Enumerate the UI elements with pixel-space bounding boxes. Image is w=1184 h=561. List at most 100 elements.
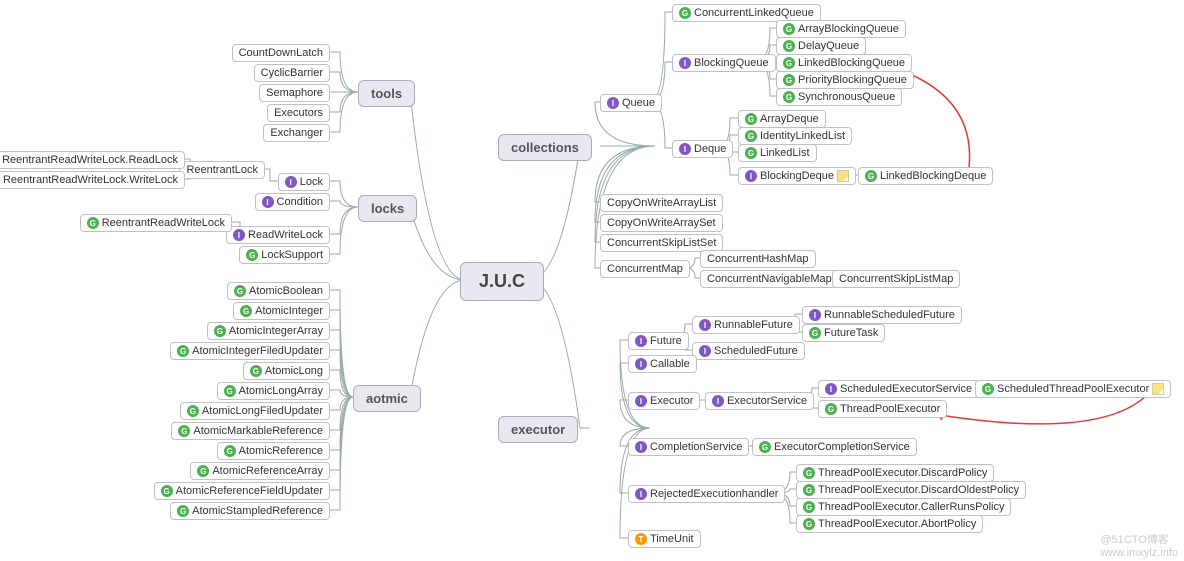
node-copyonwritearraylist[interactable]: CopyOnWriteArrayList	[600, 194, 723, 212]
node-synchronousqueue[interactable]: GSynchronousQueue	[776, 88, 902, 106]
node-arraydeque[interactable]: GArrayDeque	[738, 110, 826, 128]
node-linkedlist[interactable]: GLinkedList	[738, 144, 817, 162]
class-icon: G	[803, 501, 815, 513]
branch-locks[interactable]: locks	[358, 195, 417, 222]
node-concurrentnavigablemap[interactable]: ConcurrentNavigableMap	[700, 270, 839, 288]
node-executorcompletionservice[interactable]: GExecutorCompletionService	[752, 438, 917, 456]
node-threadpoolexecutor[interactable]: GThreadPoolExecutor	[818, 400, 947, 418]
node-future[interactable]: IFuture	[628, 332, 689, 350]
class-icon: G	[783, 57, 795, 69]
class-icon: G	[825, 403, 837, 415]
node-countdownlatch[interactable]: CountDownLatch	[232, 44, 330, 62]
node-atomicinteger[interactable]: GAtomicInteger	[233, 302, 330, 320]
watermark: @51CTO博客 www.imxylz.info	[1100, 531, 1178, 559]
class-icon: G	[178, 425, 190, 437]
node-executor[interactable]: IExecutor	[628, 392, 700, 410]
interface-icon: I	[745, 170, 757, 182]
node-queue[interactable]: IQueue	[600, 94, 662, 112]
node-atomicstampledreference[interactable]: GAtomicStampledReference	[170, 502, 330, 520]
interface-icon: I	[233, 229, 245, 241]
node-completionservice[interactable]: ICompletionService	[628, 438, 749, 456]
class-icon: G	[803, 484, 815, 496]
root-label: J.U.C	[479, 271, 525, 292]
node-concurrenthashmap[interactable]: ConcurrentHashMap	[700, 250, 816, 268]
node-copyonwritearrayset[interactable]: CopyOnWriteArraySet	[600, 214, 723, 232]
node-callerrunspolicy[interactable]: GThreadPoolExecutor.CallerRunsPolicy	[796, 498, 1011, 516]
interface-icon: I	[809, 309, 821, 321]
node-reentrantreadwritelock[interactable]: GReentrantReadWriteLock	[80, 214, 232, 232]
node-condition[interactable]: ICondition	[255, 193, 330, 211]
class-icon: G	[745, 147, 757, 159]
node-discardoldestpolicy[interactable]: GThreadPoolExecutor.DiscardOldestPolicy	[796, 481, 1026, 499]
node-locksupport[interactable]: GLockSupport	[239, 246, 330, 264]
class-icon: G	[224, 385, 236, 397]
node-blockingdeque[interactable]: IBlockingDeque	[738, 167, 856, 185]
class-icon: G	[246, 249, 258, 261]
class-icon: G	[197, 465, 209, 477]
node-atomicboolean[interactable]: GAtomicBoolean	[227, 282, 330, 300]
node-linkedblockingdeque[interactable]: GLinkedBlockingDeque	[858, 167, 993, 185]
node-atomicreferencefieldupdater[interactable]: GAtomicReferenceFieldUpdater	[154, 482, 330, 500]
interface-icon: I	[635, 395, 647, 407]
node-identitylinkedlist[interactable]: GIdentityLinkedList	[738, 127, 852, 145]
node-atomicintegerarray[interactable]: GAtomicIntegerArray	[207, 322, 330, 340]
node-reentrantlock[interactable]: ReentrantLock	[179, 161, 265, 179]
root-node[interactable]: J.U.C	[460, 262, 544, 301]
class-icon: G	[250, 365, 262, 377]
interface-icon: I	[635, 488, 647, 500]
node-concurrentmap[interactable]: ConcurrentMap	[600, 260, 690, 278]
node-atomicintegerfiledupdater[interactable]: GAtomicIntegerFiledUpdater	[170, 342, 330, 360]
node-runnablescheduledfuture[interactable]: IRunnableScheduledFuture	[802, 306, 962, 324]
branch-executor[interactable]: executor	[498, 416, 578, 443]
node-blockingqueue[interactable]: IBlockingQueue	[672, 54, 776, 72]
branch-collections[interactable]: collections	[498, 134, 592, 161]
node-atomicmarkablereference[interactable]: GAtomicMarkableReference	[171, 422, 330, 440]
branch-atomic[interactable]: aotmic	[353, 385, 421, 412]
node-abortpolicy[interactable]: GThreadPoolExecutor.AbortPolicy	[796, 515, 983, 533]
node-deque[interactable]: IDeque	[672, 140, 733, 158]
node-readwritelock[interactable]: IReadWriteLock	[226, 226, 330, 244]
node-lock[interactable]: ILock	[278, 173, 330, 191]
node-writelock[interactable]: GReentrantReadWriteLock.WriteLock	[0, 171, 185, 189]
interface-icon: I	[262, 196, 274, 208]
node-atomicreferencearray[interactable]: GAtomicReferenceArray	[190, 462, 330, 480]
node-readlock[interactable]: GReentrantReadWriteLock.ReadLock	[0, 151, 185, 169]
node-executors[interactable]: Executors	[267, 104, 330, 122]
class-icon: G	[803, 518, 815, 530]
class-icon: G	[177, 505, 189, 517]
class-icon: G	[224, 445, 236, 457]
node-scheduledexecutorservice[interactable]: IScheduledExecutorService	[818, 380, 979, 398]
node-timeunit[interactable]: TTimeUnit	[628, 530, 701, 548]
node-scheduledthreadpoolexecutor[interactable]: GScheduledThreadPoolExecutor	[975, 380, 1171, 398]
class-icon: G	[809, 327, 821, 339]
note-icon	[1152, 383, 1164, 395]
node-delayqueue[interactable]: GDelayQueue	[776, 37, 866, 55]
node-exchanger[interactable]: Exchanger	[263, 124, 330, 142]
interface-icon: I	[825, 383, 837, 395]
node-runnablefuture[interactable]: IRunnableFuture	[692, 316, 800, 334]
node-discardpolicy[interactable]: GThreadPoolExecutor.DiscardPolicy	[796, 464, 994, 482]
node-futuretask[interactable]: GFutureTask	[802, 324, 885, 342]
node-executorservice[interactable]: IExecutorService	[705, 392, 814, 410]
node-callable[interactable]: ICallable	[628, 355, 697, 373]
node-cyclicbarrier[interactable]: CyclicBarrier	[254, 64, 330, 82]
node-atomiclongfiledupdater[interactable]: GAtomicLongFiledUpdater	[180, 402, 330, 420]
branch-tools[interactable]: tools	[358, 80, 415, 107]
node-rejectedexecutionhandler[interactable]: IRejectedExecutionhandler	[628, 485, 785, 503]
node-atomiclong[interactable]: GAtomicLong	[243, 362, 330, 380]
class-icon: G	[745, 113, 757, 125]
node-semaphore[interactable]: Semaphore	[259, 84, 330, 102]
node-arrayblockingqueue[interactable]: GArrayBlockingQueue	[776, 20, 906, 38]
class-icon: G	[803, 467, 815, 479]
class-icon: G	[982, 383, 994, 395]
node-scheduledfuture[interactable]: IScheduledFuture	[692, 342, 805, 360]
class-icon: G	[187, 405, 199, 417]
class-icon: G	[759, 441, 771, 453]
interface-icon: I	[635, 441, 647, 453]
interface-icon: I	[712, 395, 724, 407]
node-linkedblockingqueue[interactable]: GLinkedBlockingQueue	[776, 54, 912, 72]
node-atomiclongarray[interactable]: GAtomicLongArray	[217, 382, 330, 400]
node-priorityblockingqueue[interactable]: GPriorityBlockingQueue	[776, 71, 914, 89]
node-atomicreference[interactable]: GAtomicReference	[217, 442, 330, 460]
node-concurrentskiplistmap[interactable]: ConcurrentSkipListMap	[832, 270, 960, 288]
